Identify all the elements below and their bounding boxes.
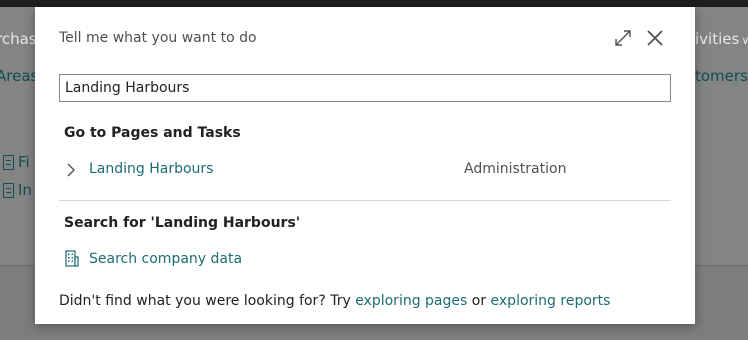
result-link[interactable]: Landing Harbours (89, 161, 213, 177)
footer-hint: Didn't find what you were looking for? T… (59, 293, 611, 309)
app-top-bar (0, 0, 748, 7)
result-category: Administration (464, 161, 567, 177)
result-row[interactable]: Landing Harbours Administration (59, 154, 671, 184)
dialog-title: Tell me what you want to do (59, 30, 257, 46)
exploring-pages-link[interactable]: exploring pages (355, 293, 467, 309)
exploring-reports-link[interactable]: exploring reports (491, 293, 611, 309)
bg-nav-areas: Areas (0, 67, 36, 85)
building-icon (65, 250, 79, 267)
bg-list-item: In (3, 181, 35, 199)
search-section-heading: Search for 'Landing Harbours' (64, 215, 301, 231)
document-icon (3, 182, 14, 198)
close-icon[interactable] (644, 27, 666, 49)
search-company-data-row[interactable]: Search company data (59, 247, 359, 271)
bg-nav-customers: tomers (695, 67, 748, 85)
search-company-data-link[interactable]: Search company data (89, 251, 242, 267)
bg-nav-purchase: rchase (0, 30, 36, 48)
chevron-down-icon: ∨ (741, 34, 748, 47)
chevron-right-icon[interactable] (66, 162, 76, 178)
bg-nav-activities: ivities ∨ (695, 30, 748, 48)
bg-list-item: Fi (3, 153, 35, 171)
tell-me-dialog: Tell me what you want to do Go to Pages … (35, 7, 695, 324)
pages-section-heading: Go to Pages and Tasks (64, 125, 241, 141)
section-divider (59, 200, 671, 201)
document-icon (3, 154, 14, 170)
expand-icon[interactable] (613, 28, 633, 48)
search-input[interactable] (59, 74, 671, 102)
